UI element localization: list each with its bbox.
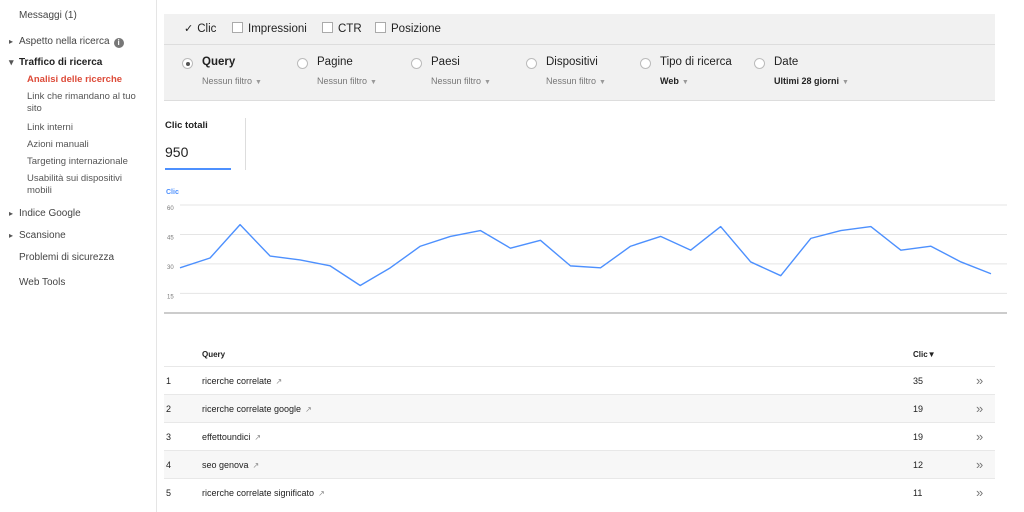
column-header-query[interactable]: Query [202, 350, 225, 359]
row-rank: 2 [166, 404, 172, 414]
row-query[interactable]: ricerche correlate significato ↗ [202, 488, 325, 498]
y-tick-label: 15 [167, 294, 174, 300]
radio-selected-icon[interactable] [182, 58, 193, 69]
checkbox-icon[interactable] [375, 22, 386, 33]
external-link-icon[interactable]: ↗ [305, 405, 312, 414]
checkbox-icon[interactable] [322, 22, 333, 33]
chevron-down-icon: ▼ [370, 79, 377, 86]
y-tick-label: 60 [167, 206, 174, 212]
sidebar-subitem-links-to-site[interactable]: Link che rimandano al tuo sito [27, 91, 145, 115]
row-query[interactable]: ricerche correlate ↗ [202, 376, 282, 386]
total-clicks-value: 950 [165, 144, 189, 160]
table-row[interactable]: 2 ricerche correlate google ↗ 19 » [164, 394, 995, 423]
row-clicks: 19 [913, 432, 924, 442]
filter-dropdown[interactable]: Web ▼ [660, 76, 689, 86]
metric-ctr[interactable]: CTR [322, 22, 362, 35]
metric-label: Impressioni [248, 23, 307, 35]
sidebar-subitem-intl-targeting[interactable]: Targeting internazionale [27, 156, 145, 168]
group-label: Pagine [317, 56, 353, 68]
sidebar-item-label: Aspetto nella ricerca [19, 36, 110, 47]
filter-dropdown[interactable]: Nessun filtro ▼ [317, 76, 377, 86]
table-row[interactable]: 3 effettoundici ↗ 19 » [164, 422, 995, 451]
table-row[interactable]: 1 ricerche correlate ↗ 35 » [164, 366, 995, 395]
chevron-right-icon[interactable]: » [976, 485, 983, 500]
table-row[interactable]: 5 ricerche correlate significato ↗ 11 » [164, 478, 995, 507]
chevron-down-icon: ▼ [681, 79, 689, 86]
row-query[interactable]: effettoundici ↗ [202, 432, 261, 442]
check-icon: ✓ [184, 23, 194, 35]
group-label: Query [202, 56, 236, 68]
filter-dropdown[interactable]: Nessun filtro ▼ [546, 76, 606, 86]
metric-label: CTR [338, 23, 362, 35]
sidebar-subitem-search-analytics[interactable]: Analisi delle ricerche [27, 74, 145, 86]
sidebar-item-appearance[interactable]: Aspetto nella ricercai [9, 35, 124, 48]
info-icon[interactable]: i [113, 38, 124, 48]
external-link-icon[interactable]: ↗ [318, 489, 325, 498]
row-query[interactable]: seo genova ↗ [202, 460, 259, 470]
radio-icon[interactable] [526, 58, 537, 69]
chevron-right-icon[interactable]: » [976, 429, 983, 444]
totals-divider [245, 118, 246, 170]
y-tick-label: 30 [167, 265, 174, 271]
chevron-down-icon: ▼ [255, 79, 262, 86]
chevron-down-icon: ▼ [842, 79, 849, 86]
checkbox-icon[interactable] [232, 22, 243, 33]
chevron-right-icon[interactable]: » [976, 401, 983, 416]
row-clicks: 12 [913, 460, 924, 470]
external-link-icon[interactable]: ↗ [254, 433, 261, 442]
chevron-right-icon[interactable]: » [976, 457, 983, 472]
metric-label: Clic [197, 23, 217, 35]
chevron-down-icon: ▼ [484, 79, 491, 86]
filter-dropdown[interactable]: Ultimi 28 giorni ▼ [774, 76, 849, 86]
sidebar-subitem-internal-links[interactable]: Link interni [27, 122, 145, 134]
metric-clicks[interactable]: ✓ Clic [184, 22, 216, 35]
metric-selector: ✓ Clic Impressioni CTR Posizione [164, 14, 995, 45]
sidebar-subitem-mobile-usability[interactable]: Usabilità sui dispositivi mobili [27, 173, 145, 197]
y-tick-label: 45 [167, 235, 174, 241]
metric-impressions[interactable]: Impressioni [232, 22, 307, 35]
row-clicks: 11 [913, 488, 923, 498]
total-clicks-title: Clic totali [165, 120, 208, 131]
total-clicks-indicator [165, 168, 231, 170]
sidebar-item-security[interactable]: Problemi di sicurezza [19, 251, 114, 264]
radio-icon[interactable] [411, 58, 422, 69]
row-clicks: 19 [913, 404, 924, 414]
sidebar-item-web-tools[interactable]: Web Tools [19, 276, 65, 289]
row-rank: 5 [166, 488, 172, 498]
row-rank: 4 [166, 460, 172, 470]
external-link-icon[interactable]: ↗ [276, 377, 283, 386]
external-link-icon[interactable]: ↗ [253, 461, 260, 470]
radio-icon[interactable] [640, 58, 651, 69]
group-label: Dispositivi [546, 56, 598, 68]
sidebar: Messaggi (1) Aspetto nella ricercai Traf… [0, 0, 157, 512]
sidebar-item-traffic[interactable]: Traffico di ricerca [9, 56, 102, 69]
y-axis-label: Clic [166, 189, 179, 196]
chevron-right-icon[interactable]: » [976, 373, 983, 388]
column-header-clicks[interactable]: Clic▼ [913, 350, 936, 359]
filter-dropdown[interactable]: Nessun filtro ▼ [431, 76, 491, 86]
row-rank: 3 [166, 432, 172, 442]
sidebar-subitem-manual-actions[interactable]: Azioni manuali [27, 139, 145, 151]
series-line-clicks [179, 223, 992, 287]
group-label: Tipo di ricerca [660, 56, 732, 68]
clicks-line-chart: Clic 15 30 45 60 [164, 189, 1007, 314]
sidebar-item-messages[interactable]: Messaggi (1) [19, 9, 77, 22]
metric-label: Posizione [391, 23, 441, 35]
table-row[interactable]: 4 seo genova ↗ 12 » [164, 450, 995, 479]
row-query[interactable]: ricerche correlate google ↗ [202, 404, 312, 414]
filter-dropdown[interactable]: Nessun filtro ▼ [202, 76, 262, 86]
sidebar-item-crawl[interactable]: Scansione [9, 229, 66, 242]
radio-icon[interactable] [754, 58, 765, 69]
group-label: Paesi [431, 56, 460, 68]
radio-icon[interactable] [297, 58, 308, 69]
row-clicks: 35 [913, 376, 924, 386]
metric-position[interactable]: Posizione [375, 22, 441, 35]
group-label: Date [774, 56, 799, 68]
row-rank: 1 [166, 376, 172, 386]
group-by-selector: Query Nessun filtro ▼ Pagine Nessun filtr… [164, 45, 995, 101]
sidebar-item-google-index[interactable]: Indice Google [9, 207, 81, 220]
chevron-down-icon: ▼ [599, 79, 606, 86]
